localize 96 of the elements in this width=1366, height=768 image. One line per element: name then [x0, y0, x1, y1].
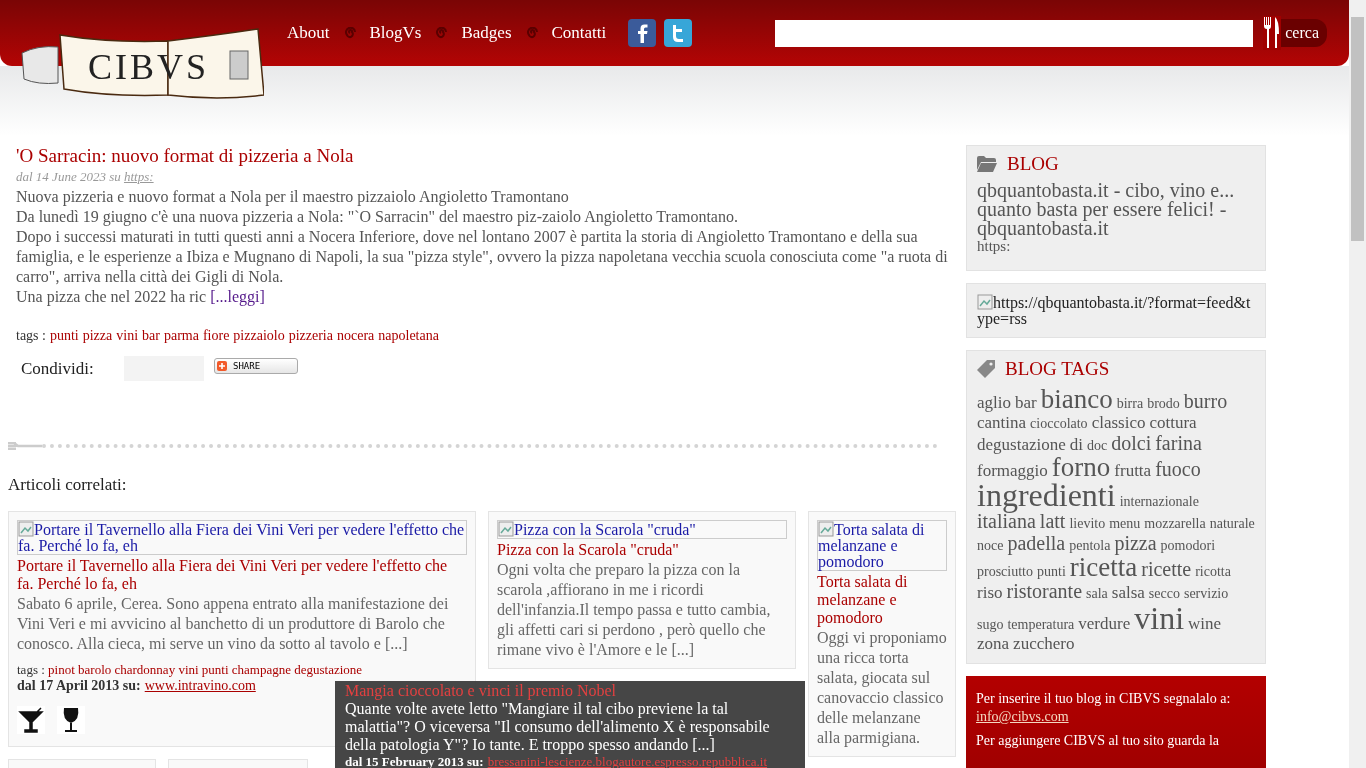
- tag-link[interactable]: classico: [1091, 413, 1146, 432]
- tag-link[interactable]: salsa: [1111, 583, 1145, 602]
- tag-link[interactable]: naturale: [1209, 514, 1255, 533]
- email-link[interactable]: info@cibvs.com: [976, 709, 1069, 724]
- article-meta: dal 14 June 2023 su: [16, 169, 122, 184]
- image-alt-text[interactable]: Portare il Tavernello alla Fiera dei Vini Veri per vedere l'effetto che fa. Perché lo fa, eh: [17, 520, 467, 555]
- tag-link[interactable]: birra: [1116, 394, 1144, 413]
- card-excerpt: Oggi vi proponiamo una ricca torta salata, giocata sul canovaccio classico delle melanzane alla parmigiana.: [817, 628, 947, 748]
- blog-name[interactable]: qbquantobasta.it - cibo, vino e... quanto basta per essere felici! - qbquantobasta.it: [977, 180, 1255, 238]
- tag-link[interactable]: ricotta: [1195, 562, 1231, 581]
- tag-link[interactable]: di: [1069, 435, 1083, 454]
- tag-link[interactable]: pizza: [82, 325, 113, 346]
- tag-link[interactable]: cioccolato: [1030, 414, 1088, 433]
- card-excerpt: Ogni volta che preparo la pizza con la scarola ,affiorano in me i ricordi dell'infanzia.Il tempo passa e tutto cambia, gli affetti cari si perdono , però quello che rimane vivo è l'Amore e le [...]: [497, 560, 772, 660]
- tag-link[interactable]: prosciutto: [977, 562, 1033, 581]
- tag-link[interactable]: punti: [1037, 562, 1066, 581]
- tag-link[interactable]: fiore: [202, 325, 230, 346]
- tag-link[interactable]: padella: [1007, 533, 1066, 553]
- image-alt-text[interactable]: Torta salata di melanzane e pomodoro: [817, 520, 947, 571]
- nav-link[interactable]: Badges: [461, 20, 512, 46]
- tag-link[interactable]: wine: [1188, 614, 1222, 633]
- search-button[interactable]: cerca: [1263, 19, 1327, 47]
- tags-label: tags :: [16, 327, 46, 345]
- tag-links[interactable]: pinot barolo chardonnay vini punti champagne degustazione: [48, 662, 363, 677]
- image-alt-text[interactable]: https://qbquantobasta.it/?format=feed&type=rss: [977, 293, 1255, 327]
- tag-link[interactable]: pentola: [1069, 536, 1111, 555]
- image-alt-text[interactable]: Pizza con la Scarola "cruda": [497, 520, 787, 539]
- tag-link[interactable]: lievito: [1069, 514, 1106, 533]
- popup-date: dal 15 February 2013 su:: [345, 754, 484, 768]
- nav-link[interactable]: BlogVs: [369, 20, 422, 46]
- promo-text: Per aggiungere CIBVS al tuo sito guarda la: [976, 732, 1220, 750]
- source-link[interactable]: www.intravino.com: [144, 678, 256, 694]
- tag-link[interactable]: bar: [1015, 393, 1037, 412]
- tag-link[interactable]: doc: [1087, 436, 1108, 455]
- tag-link[interactable]: ricette: [1141, 559, 1192, 579]
- share-label: Condividi:: [21, 358, 95, 380]
- tag-link[interactable]: forno: [1051, 455, 1111, 479]
- card-title[interactable]: Torta salata di melanzane e pomodoro: [817, 573, 947, 627]
- tag-link[interactable]: brodo: [1147, 394, 1180, 413]
- read-more-link[interactable]: [...leggi]: [210, 287, 265, 307]
- popup-excerpt: Quante volte avete letto "Mangiare il tal cibo previene la tal malattia"? O viceversa "Il consumo dell'alimento X è responsabile della patologia Y"? Io tante. E troppo spesso andando [...]: [345, 700, 771, 754]
- article-title[interactable]: 'O Sarracin: nuovo format di pizzeria a Nola: [16, 143, 952, 169]
- tag-link[interactable]: bar: [142, 325, 160, 346]
- tag-link[interactable]: zucchero: [1013, 634, 1075, 653]
- tag-link[interactable]: burro: [1183, 391, 1228, 411]
- panel-title: BLOG: [1007, 152, 1059, 176]
- tag-link[interactable]: mozzarella: [1144, 514, 1206, 533]
- tag-link[interactable]: latt: [1039, 511, 1066, 531]
- tag-link[interactable]: menu: [1109, 514, 1141, 533]
- promo-text: Per inserire il tuo blog in CIBVS segnalalo a:: [976, 690, 1232, 708]
- tag-link[interactable]: servizio: [1183, 584, 1229, 603]
- tag-link[interactable]: bianco: [1040, 387, 1113, 411]
- tag-link[interactable]: cottura: [1149, 413, 1197, 432]
- tag-link[interactable]: verdure: [1078, 614, 1131, 633]
- tag-link[interactable]: ristorante: [1006, 581, 1083, 601]
- article-paragraph: Nuova pizzeria e nuovo format a Nola per il maestro pizzaiolo Angioletto Tramontano: [16, 187, 570, 207]
- article-paragraph: Una pizza che nel 2022 ha ric: [16, 287, 207, 307]
- tag-link[interactable]: nocera: [336, 325, 375, 346]
- section-heading: Articoli correlati:: [8, 473, 128, 496]
- tag-link[interactable]: aglio: [977, 393, 1011, 412]
- tag-link[interactable]: napoletana: [378, 325, 439, 346]
- card-date: dal 17 April 2013 su:: [17, 678, 141, 694]
- article-paragraph: Dopo i successi maturati in tutti questi anni a Nocera Inferiore, dove nel lontano 2007 è partita la storia di Angioletto Tramontano e della sua famiglia, e le esperienze a Ibiza e Mugnano di Napoli, la sua "pizza style", ovvero la pizza napoletana vecchia scuola conosciuta come "a ruota di carro", arriva nella città dei Gigli di Nola.: [16, 227, 949, 287]
- tag-link[interactable]: temperatura: [1007, 615, 1075, 634]
- tags-label: tags :: [17, 662, 46, 677]
- tag-link[interactable]: parma: [163, 325, 199, 346]
- tag-link[interactable]: zona: [977, 634, 1010, 653]
- card-title[interactable]: Pizza con la Scarola "cruda": [497, 541, 679, 559]
- tag-link[interactable]: secco: [1148, 584, 1180, 603]
- tag-link[interactable]: sala: [1086, 584, 1108, 603]
- tag-link[interactable]: fuoco: [1155, 459, 1201, 479]
- tag-link[interactable]: pizzaiolo: [233, 325, 285, 346]
- nav-link[interactable]: Contatti: [551, 20, 607, 46]
- tag-link[interactable]: noce: [977, 536, 1004, 555]
- tag-link[interactable]: formaggio: [977, 461, 1048, 480]
- card-excerpt: Sabato 6 aprile, Cerea. Sono appena entrato alla manifestazione dei Vini Veri e mi avvicino al banchetto di un produttore di Barolo che conosco. Alla cieca, mi serve un vino da sotto al tavolo e [...]: [17, 594, 450, 654]
- tag-link[interactable]: riso: [977, 583, 1003, 602]
- article-paragraph: Da lunedì 19 giugno c'è una nuova pizzeria a Nola: "`O Sarracin" del maestro piz-zaiolo Angioletto Tramontano.: [16, 207, 739, 227]
- tag-link[interactable]: sugo: [977, 615, 1004, 634]
- tag-link[interactable]: frutta: [1114, 461, 1152, 480]
- share-button[interactable]: SHARE: [214, 358, 298, 374]
- tag-link[interactable]: degustazione: [977, 435, 1066, 454]
- tag-link[interactable]: pomodori: [1160, 536, 1216, 555]
- tag-link[interactable]: ricetta: [1069, 555, 1138, 579]
- panel-title: BLOG TAGS: [1005, 356, 1110, 381]
- tag-link[interactable]: vini: [1134, 603, 1184, 633]
- nav-link[interactable]: About: [287, 20, 330, 46]
- tag-link[interactable]: internazionale: [1119, 492, 1199, 511]
- tag-link[interactable]: pizza: [1114, 533, 1157, 553]
- tag-link[interactable]: vini: [116, 325, 139, 346]
- card-title[interactable]: Portare il Tavernello alla Fiera dei Vini Veri per vedere l'effetto che fa. Perché lo fa, eh: [17, 557, 467, 593]
- tag-link[interactable]: farina: [1155, 433, 1202, 453]
- tag-link[interactable]: cantina: [977, 413, 1027, 432]
- tag-link[interactable]: pizzeria: [288, 325, 333, 346]
- tag-link[interactable]: punti: [49, 325, 79, 346]
- tag-link[interactable]: dolci: [1111, 433, 1152, 453]
